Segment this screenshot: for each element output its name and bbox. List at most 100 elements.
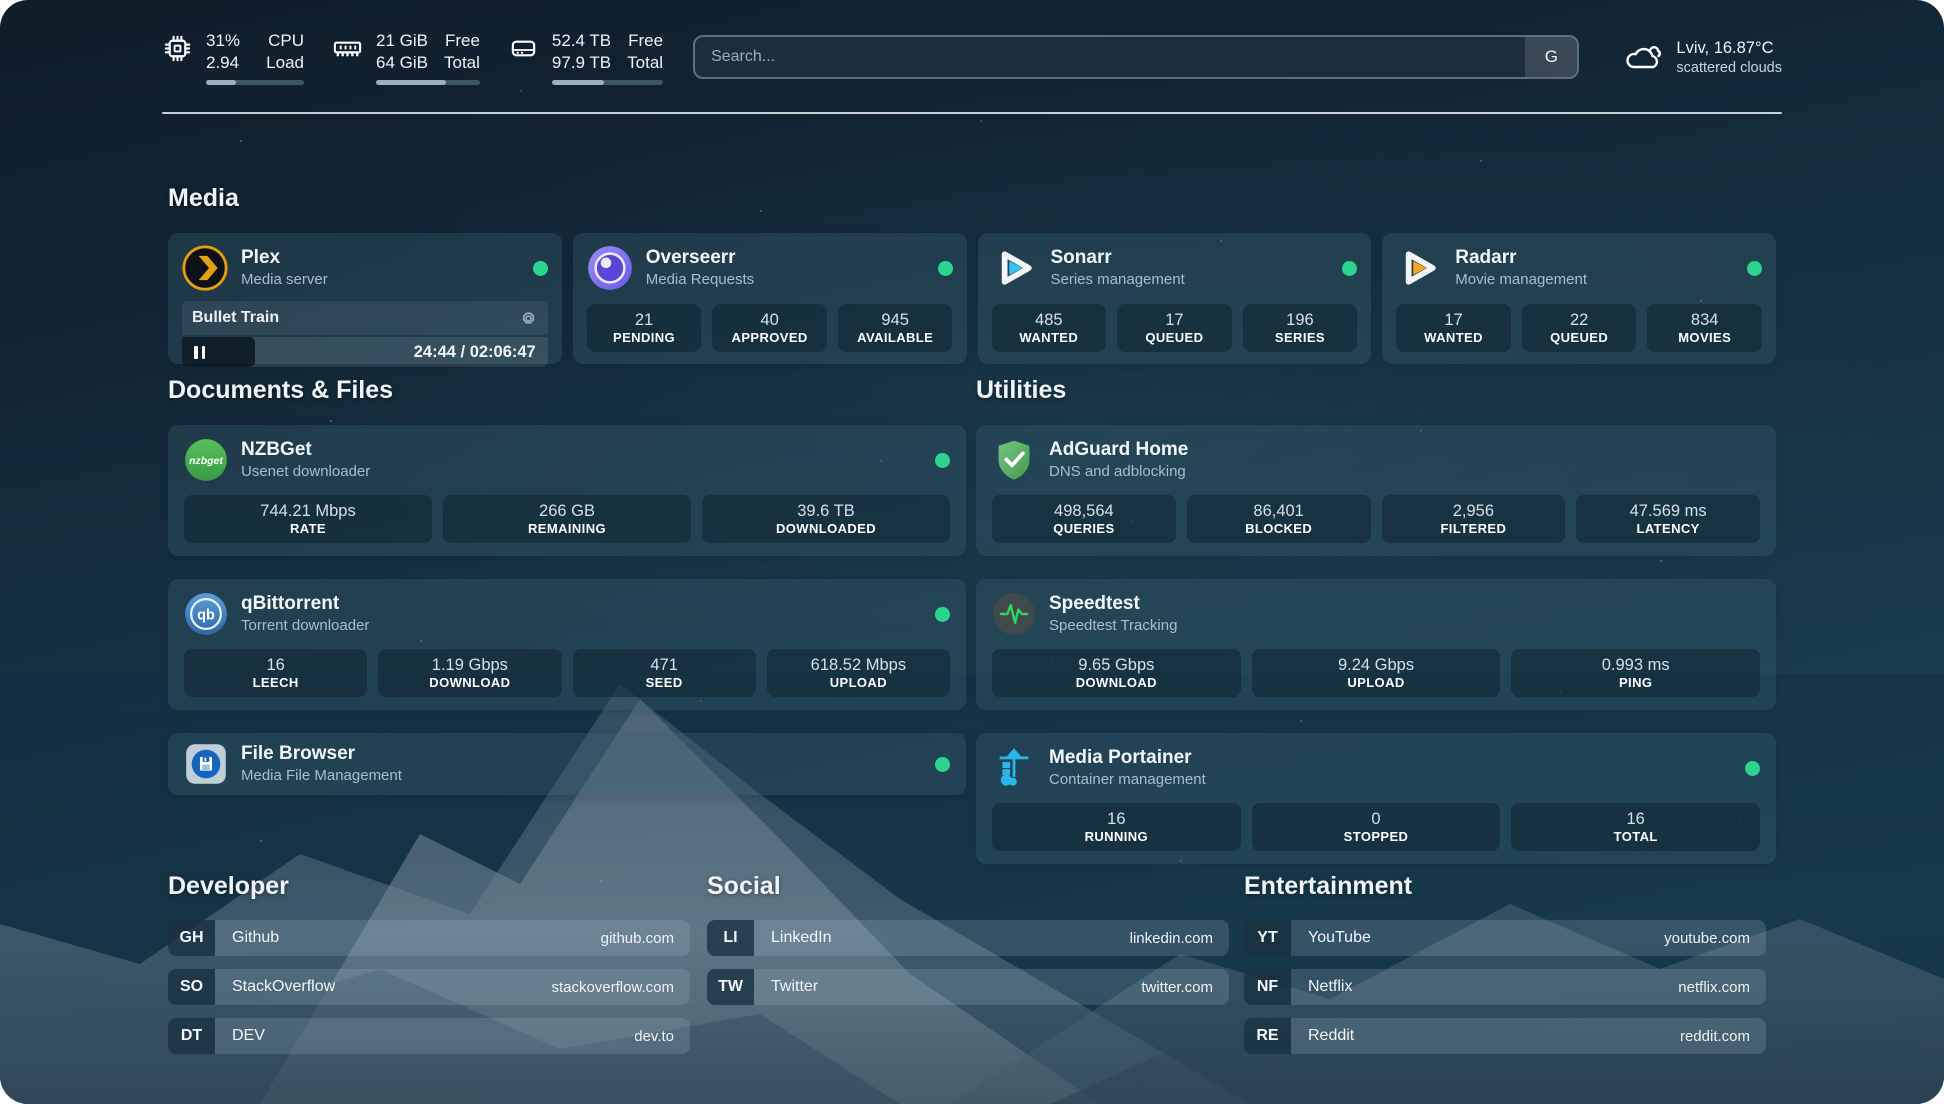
weather-location-temp: Lviv, 16.87°C [1676, 39, 1782, 58]
link-github[interactable]: GH Github github.com [168, 920, 690, 956]
link-name: Reddit [1291, 1018, 1680, 1054]
plex-subtitle: Media server [241, 271, 328, 288]
portainer-stat-running: 16 RUNNING [992, 803, 1241, 851]
now-playing-progress[interactable]: 24:44 / 02:06:47 [182, 337, 548, 367]
link-reddit[interactable]: RE Reddit reddit.com [1244, 1018, 1766, 1054]
plex-card[interactable]: Plex Media server Bullet Train [168, 233, 562, 364]
disk-free-label: Free [628, 30, 663, 52]
link-abbr: SO [168, 969, 215, 1005]
stat-value: 16 [1627, 810, 1645, 828]
resource-widgets: 31%CPU 2.94Load [162, 30, 663, 85]
stat-value: 618.52 Mbps [811, 656, 906, 674]
search-area: G [693, 35, 1579, 79]
portainer-card[interactable]: Media Portainer Container management 16 … [976, 733, 1776, 864]
qbittorrent-subtitle: Torrent downloader [241, 617, 369, 634]
link-name: Twitter [754, 969, 1141, 1005]
developer-section-title: Developer [168, 872, 690, 901]
search-input[interactable] [695, 37, 1525, 77]
sonarr-stat-wanted: 485 WANTED [992, 304, 1107, 352]
qbittorrent-card[interactable]: qb qBittorrent Torrent downloader 16 LEE… [168, 579, 966, 710]
plex-name: Plex [241, 248, 328, 269]
link-dev[interactable]: DT DEV dev.to [168, 1018, 690, 1054]
speedtest-subtitle: Speedtest Tracking [1049, 617, 1177, 634]
sonarr-stat-series: 196 SERIES [1243, 304, 1358, 352]
filebrowser-subtitle: Media File Management [241, 767, 402, 784]
filebrowser-card[interactable]: File Browser Media File Management [168, 733, 966, 795]
stat-value: 498,564 [1054, 502, 1114, 520]
disk-total-value: 97.9 TB [552, 52, 611, 74]
header-divider [162, 112, 1782, 114]
overseerr-subtitle: Media Requests [646, 271, 754, 288]
disk-widget: 52.4 TBFree 97.9 TBTotal [508, 30, 663, 85]
nzbget-status-dot [935, 453, 950, 468]
weather-condition: scattered clouds [1676, 60, 1782, 76]
qbittorrent-stat-upload: 618.52 Mbps UPLOAD [767, 649, 950, 697]
nzbget-card[interactable]: nzbget NZBGet Usenet downloader 744.21 M… [168, 425, 966, 556]
link-url: netflix.com [1678, 969, 1766, 1005]
link-linkedin[interactable]: LI LinkedIn linkedin.com [707, 920, 1229, 956]
overseerr-stat-approved: 40 APPROVED [712, 304, 827, 352]
memory-progress-fill [376, 80, 446, 85]
link-stackoverflow[interactable]: SO StackOverflow stackoverflow.com [168, 969, 690, 1005]
adguard-name: AdGuard Home [1049, 440, 1188, 461]
sonarr-card[interactable]: Sonarr Series management 485 WANTED 17 Q… [978, 233, 1372, 364]
link-netflix[interactable]: NF Netflix netflix.com [1244, 969, 1766, 1005]
section-media: Media Plex Media server Bullet Train [168, 184, 1776, 364]
dashboard-window: 31%CPU 2.94Load [0, 0, 1944, 1104]
weather-widget: Lviv, 16.87°C scattered clouds [1623, 39, 1782, 76]
cpu-widget: 31%CPU 2.94Load [162, 30, 304, 85]
entertainment-section-title: Entertainment [1244, 872, 1766, 901]
portainer-stat-total: 16 TOTAL [1511, 803, 1760, 851]
stat-label: PENDING [613, 331, 675, 345]
documents-section-title: Documents & Files [168, 376, 966, 405]
link-youtube[interactable]: YT YouTube youtube.com [1244, 920, 1766, 956]
link-url: dev.to [634, 1018, 690, 1054]
link-url: reddit.com [1680, 1018, 1766, 1054]
snow-particles [0, 0, 2, 2]
section-developer: Developer GH Github github.com SO StackO… [168, 872, 690, 1054]
link-abbr: LI [707, 920, 754, 956]
overseerr-stat-available: 945 AVAILABLE [838, 304, 953, 352]
section-social: Social LI LinkedIn linkedin.com TW Twitt… [707, 872, 1229, 1005]
nzbget-icon-text: nzbget [189, 456, 223, 467]
stat-label: FILTERED [1440, 522, 1506, 536]
stat-label: SERIES [1275, 331, 1325, 345]
radarr-card[interactable]: Radarr Movie management 17 WANTED 22 QUE… [1382, 233, 1776, 364]
disk-total-label: Total [627, 52, 663, 74]
stat-value: 9.65 Gbps [1078, 656, 1154, 674]
now-playing-options-icon[interactable] [519, 309, 538, 328]
stat-label: SEED [646, 676, 683, 690]
link-url: linkedin.com [1130, 920, 1229, 956]
cpu-chip-icon [162, 33, 193, 64]
search-provider-button[interactable]: G [1525, 37, 1577, 77]
link-abbr: GH [168, 920, 215, 956]
stat-label: WANTED [1019, 331, 1078, 345]
stat-value: 0.993 ms [1602, 656, 1670, 674]
disk-progress-bar [552, 80, 663, 85]
cpu-load-label: Load [266, 52, 304, 74]
now-playing-time: 24:44 / 02:06:47 [414, 343, 548, 362]
stat-label: WANTED [1424, 331, 1483, 345]
link-url: twitter.com [1141, 969, 1229, 1005]
portainer-name: Media Portainer [1049, 748, 1206, 769]
speedtest-card[interactable]: Speedtest Speedtest Tracking 9.65 Gbps D… [976, 579, 1776, 710]
stat-value: 16 [266, 656, 284, 674]
stat-value: 9.24 Gbps [1338, 656, 1414, 674]
adguard-card[interactable]: AdGuard Home DNS and adblocking 498,564 … [976, 425, 1776, 556]
radarr-icon [1396, 245, 1442, 291]
stat-label: AVAILABLE [857, 331, 933, 345]
link-twitter[interactable]: TW Twitter twitter.com [707, 969, 1229, 1005]
portainer-subtitle: Container management [1049, 771, 1206, 788]
adguard-stat-latency: 47.569 ms LATENCY [1576, 495, 1760, 543]
overseerr-status-dot [938, 261, 953, 276]
stat-value: 945 [881, 311, 909, 329]
stat-label: REMAINING [528, 522, 606, 536]
pause-icon[interactable] [194, 346, 205, 359]
plex-icon [182, 245, 228, 291]
memory-total-value: 64 GiB [376, 52, 428, 74]
overseerr-card[interactable]: Overseerr Media Requests 21 PENDING 40 A… [573, 233, 967, 364]
cpu-load-value: 2.94 [206, 52, 239, 74]
stat-label: BLOCKED [1245, 522, 1312, 536]
sonarr-icon [992, 245, 1038, 291]
stat-value: 47.569 ms [1630, 502, 1707, 520]
